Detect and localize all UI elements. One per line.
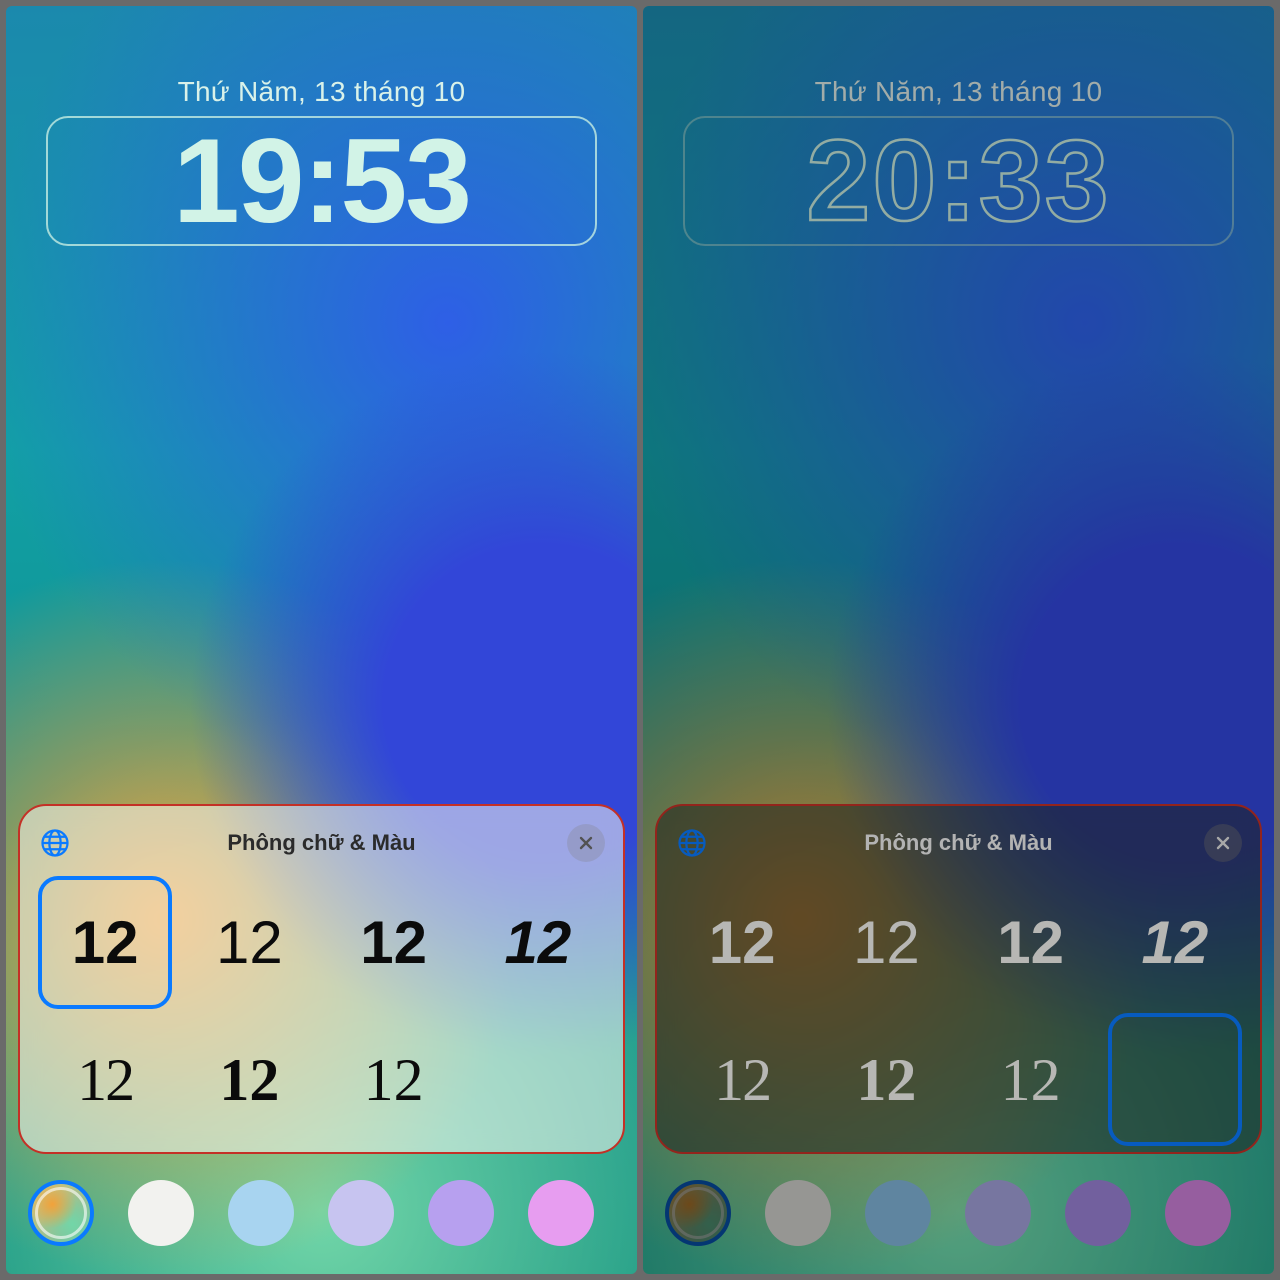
color-swatch-4[interactable] [965,1180,1031,1246]
font-color-sheet: Phông chữ & Màu 12 12 12 12 12 12 12 12 [18,804,625,1154]
color-swatch-3[interactable] [228,1180,294,1246]
font-option-5[interactable]: 12 [675,1013,809,1146]
font-option-1[interactable]: 12 [675,876,809,1009]
lockscreen-time: 19:53 [173,112,470,250]
color-swatch-3[interactable] [865,1180,931,1246]
font-option-4[interactable]: 12 [1108,876,1242,1009]
lockscreen-editor-left: Thứ Năm, 13 tháng 10 19:53 Phông chữ & M… [6,6,637,1274]
font-option-7[interactable]: 12 [327,1013,461,1146]
lockscreen-date: Thứ Năm, 13 tháng 10 [643,76,1274,108]
font-color-sheet: Phông chữ & Màu 12 12 12 12 12 12 12 12 [655,804,1262,1154]
color-row [643,1168,1274,1258]
sheet-title: Phông chữ & Màu [38,830,605,856]
font-option-4[interactable]: 12 [471,876,605,1009]
color-swatch-6[interactable] [528,1180,594,1246]
color-swatch-5[interactable] [428,1180,494,1246]
lockscreen-date: Thứ Năm, 13 tháng 10 [6,76,637,108]
font-grid: 12 12 12 12 12 12 12 12 [675,876,1242,1146]
lockscreen-time: 20:33 [806,115,1110,247]
lockscreen-clock-box[interactable]: 19:53 [46,116,597,246]
font-option-2[interactable]: 12 [182,876,316,1009]
color-swatch-2[interactable] [128,1180,194,1246]
color-swatch-1[interactable] [665,1180,731,1246]
sheet-title: Phông chữ & Màu [675,830,1242,856]
color-swatch-5[interactable] [1065,1180,1131,1246]
color-swatch-1[interactable] [28,1180,94,1246]
font-option-2[interactable]: 12 [819,876,953,1009]
font-option-3[interactable]: 12 [327,876,461,1009]
lockscreen-editor-right: Thứ Năm, 13 tháng 10 20:33 Phông chữ & M… [643,6,1274,1274]
font-option-5[interactable]: 12 [38,1013,172,1146]
sheet-header: Phông chữ & Màu [38,820,605,866]
font-option-8[interactable]: 12 [471,1013,605,1146]
font-option-8[interactable]: 12 [1108,1013,1242,1146]
color-swatch-2[interactable] [765,1180,831,1246]
font-option-3[interactable]: 12 [964,876,1098,1009]
close-button[interactable] [567,824,605,862]
close-button[interactable] [1204,824,1242,862]
sheet-header: Phông chữ & Màu [675,820,1242,866]
font-option-1[interactable]: 12 [38,876,172,1009]
lockscreen-clock-box[interactable]: 20:33 [683,116,1234,246]
font-grid: 12 12 12 12 12 12 12 12 [38,876,605,1146]
color-row [6,1168,637,1258]
color-swatch-6[interactable] [1165,1180,1231,1246]
color-swatch-4[interactable] [328,1180,394,1246]
font-option-7[interactable]: 12 [964,1013,1098,1146]
font-option-6[interactable]: 12 [182,1013,316,1146]
font-option-6[interactable]: 12 [819,1013,953,1146]
